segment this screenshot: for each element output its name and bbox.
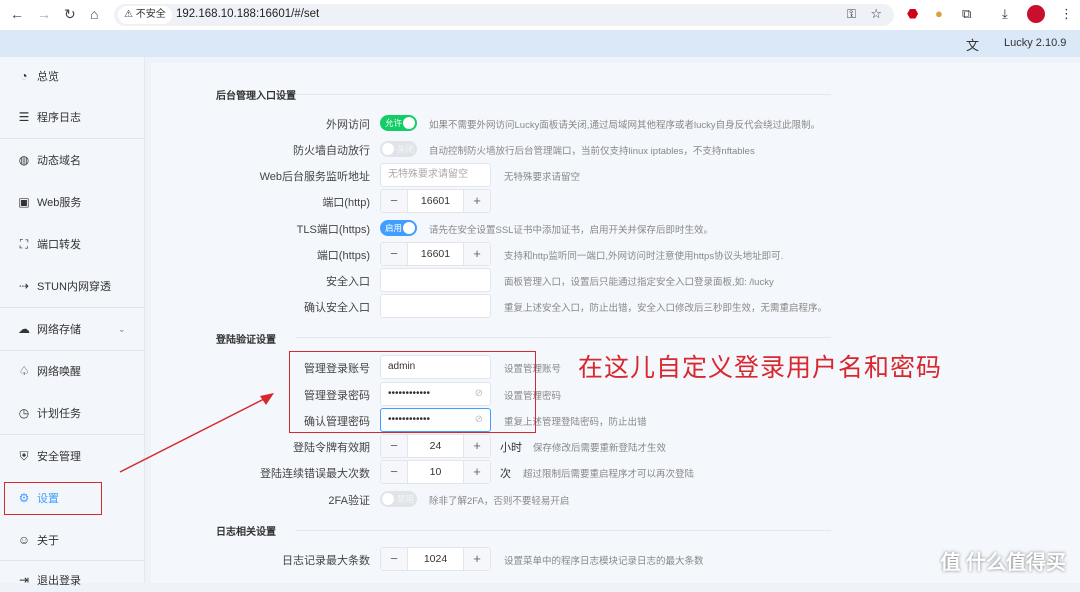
- annotation-text: 在这儿自定义登录用户名和密码: [578, 354, 943, 382]
- annotation-arrow: [119, 393, 274, 473]
- watermark: 值 什么值得买: [940, 552, 1066, 574]
